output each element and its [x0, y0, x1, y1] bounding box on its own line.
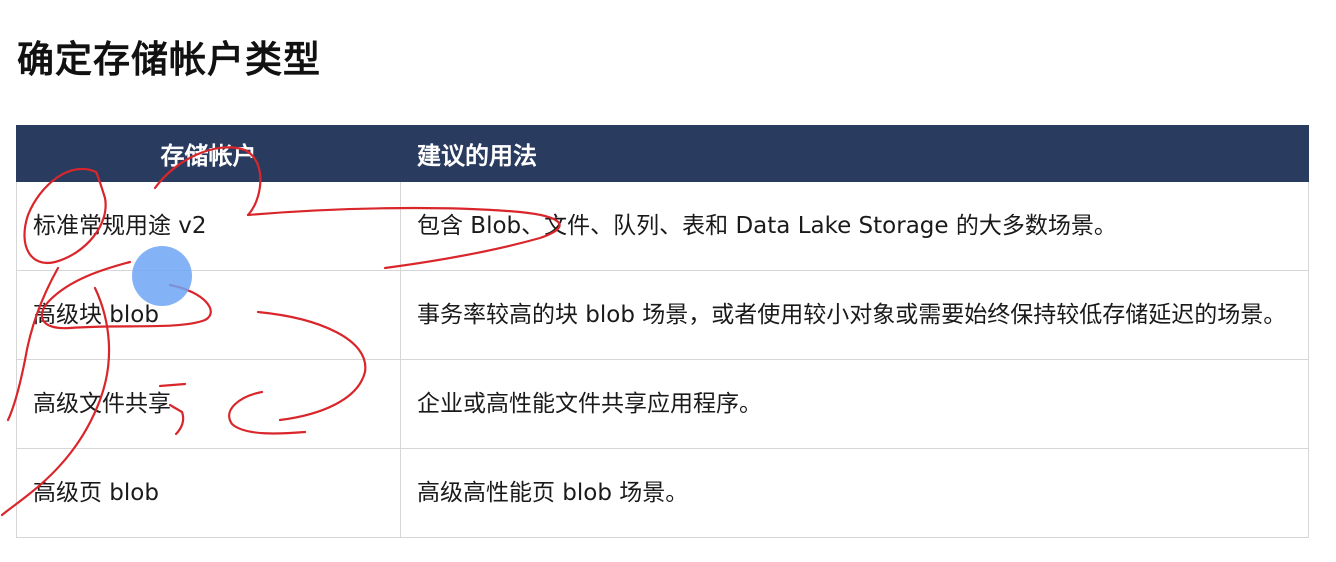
- page-title: 确定存储帐户类型: [17, 38, 321, 81]
- table-row: 高级页 blob 高级高性能页 blob 场景。: [16, 448, 1309, 538]
- account-type-cell: 高级文件共享: [16, 359, 401, 449]
- storage-account-table: 存储帐户 建议的用法 标准常规用途 v2 包含 Blob、文件、队列、表和 Da…: [16, 125, 1309, 538]
- usage-cell: 企业或高性能文件共享应用程序。: [400, 359, 1309, 449]
- table-row: 标准常规用途 v2 包含 Blob、文件、队列、表和 Data Lake Sto…: [16, 181, 1309, 271]
- slide: 确定存储帐户类型 存储帐户 建议的用法 标准常规用途 v2 包含 Blob、文件…: [0, 0, 1336, 562]
- usage-cell: 包含 Blob、文件、队列、表和 Data Lake Storage 的大多数场…: [400, 181, 1309, 271]
- usage-cell: 高级高性能页 blob 场景。: [400, 448, 1309, 538]
- account-type-cell: 高级块 blob: [16, 270, 401, 360]
- column-header-account: 存储帐户: [16, 125, 401, 182]
- account-type-cell: 高级页 blob: [16, 448, 401, 538]
- usage-cell: 事务率较高的块 blob 场景，或者使用较小对象或需要始终保持较低存储延迟的场景…: [400, 270, 1309, 360]
- pointer-highlight: [132, 246, 192, 306]
- account-type-cell: 标准常规用途 v2: [16, 181, 401, 271]
- column-header-usage: 建议的用法: [400, 125, 1309, 182]
- table-row: 高级文件共享 企业或高性能文件共享应用程序。: [16, 359, 1309, 449]
- table-header-row: 存储帐户 建议的用法: [16, 125, 1309, 182]
- table-row: 高级块 blob 事务率较高的块 blob 场景，或者使用较小对象或需要始终保持…: [16, 270, 1309, 360]
